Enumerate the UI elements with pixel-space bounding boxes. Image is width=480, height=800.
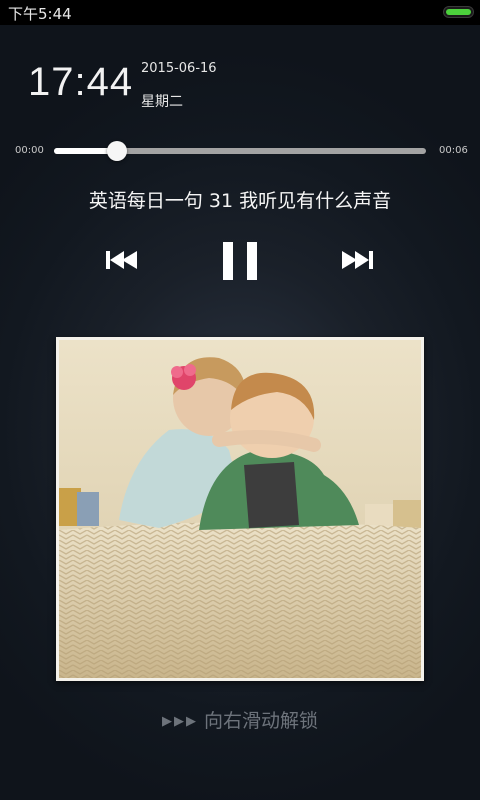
status-time: 下午5:44 — [8, 5, 72, 23]
battery-icon — [443, 6, 474, 18]
slide-arrows-icon: ▶▶▶ — [161, 714, 198, 729]
slide-to-unlock-hint[interactable]: ▶▶▶ 向右滑动解锁 — [0, 706, 480, 733]
seek-bar-thumb[interactable] — [107, 141, 128, 161]
lock-clock-date: 2015-06-16 — [141, 61, 217, 76]
track-title: 英语每日一句 31 我听见有什么声音 — [88, 190, 392, 212]
status-bar: 下午5:44 — [0, 0, 480, 25]
battery-level — [446, 9, 471, 15]
skip-previous-icon[interactable] — [104, 248, 140, 272]
total-time: 00:06 — [439, 145, 468, 156]
skip-next-icon[interactable] — [339, 248, 375, 272]
seek-bar[interactable] — [54, 141, 426, 161]
album-art-frame — [56, 337, 424, 681]
lock-clock-time: 17:44 — [28, 60, 134, 104]
elapsed-time: 00:00 — [15, 145, 44, 156]
lock-clock-weekday: 星期二 — [141, 94, 183, 110]
slide-to-unlock-label: 向右滑动解锁 — [203, 710, 318, 732]
album-art-photo — [59, 340, 421, 678]
pause-icon[interactable] — [220, 242, 260, 280]
